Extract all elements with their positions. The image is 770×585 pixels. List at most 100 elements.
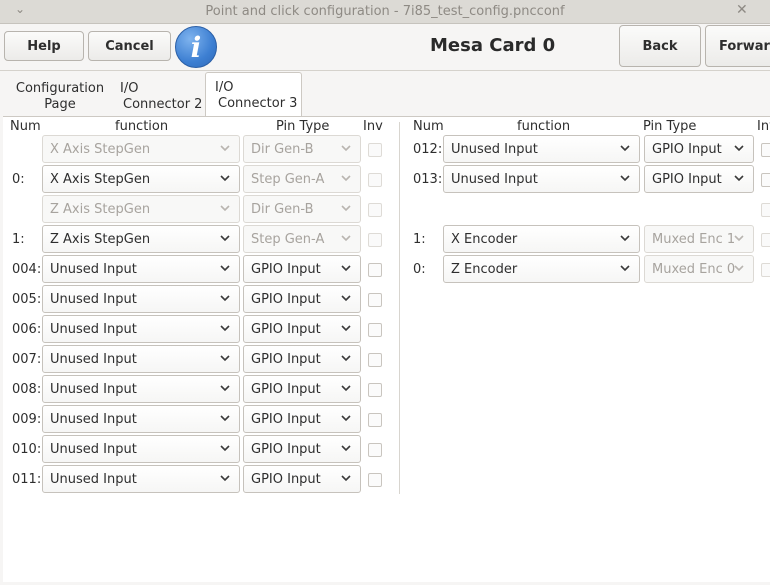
header-inv: Inv — [363, 119, 383, 134]
pin-type-select-value: Dir Gen-B — [251, 201, 314, 217]
header-function: function — [115, 119, 169, 134]
chevron-down-icon — [340, 142, 352, 154]
function-select[interactable]: Unused Input — [42, 435, 240, 463]
pin-number: 010: — [12, 442, 42, 457]
function-select-value: Unused Input — [50, 351, 137, 367]
invert-checkbox[interactable] — [761, 263, 770, 277]
function-select[interactable]: Z Axis StepGen — [42, 225, 240, 253]
pin-type-select-value: GPIO Input — [652, 171, 722, 187]
chevron-down-icon — [619, 142, 631, 154]
pin-type-select[interactable]: GPIO Input — [243, 435, 361, 463]
chevron-down-icon — [619, 232, 631, 244]
pin-type-select[interactable]: Step Gen-A — [243, 165, 361, 193]
invert-checkbox[interactable] — [761, 173, 770, 187]
tab-configuration-page[interactable]: Configuration Page — [14, 81, 106, 113]
function-select[interactable]: X Axis StepGen — [42, 165, 240, 193]
pin-type-select-value: Muxed Enc 1 — [652, 231, 736, 247]
pin-number: 0: — [12, 172, 25, 187]
pin-number: 013: — [413, 172, 443, 187]
pin-type-select-value: GPIO Input — [251, 471, 321, 487]
chevron-down-icon — [219, 262, 231, 274]
function-select[interactable]: X Axis StepGen — [42, 135, 240, 163]
chevron-down-icon — [219, 142, 231, 154]
pin-type-select-value: GPIO Input — [251, 411, 321, 427]
function-select-value: Unused Input — [50, 441, 137, 457]
function-select[interactable]: Unused Input — [42, 465, 240, 493]
invert-checkbox[interactable] — [761, 143, 770, 157]
pin-type-select[interactable]: GPIO Input — [243, 405, 361, 433]
function-select[interactable]: X Encoder — [443, 225, 640, 253]
function-select-value: Unused Input — [50, 321, 137, 337]
function-select-value: X Encoder — [451, 231, 518, 247]
function-select[interactable]: Unused Input — [42, 315, 240, 343]
invert-checkbox[interactable] — [368, 143, 382, 157]
pin-type-select[interactable]: Dir Gen-B — [243, 195, 361, 223]
function-select[interactable]: Z Axis StepGen — [42, 195, 240, 223]
invert-checkbox[interactable] — [368, 383, 382, 397]
invert-checkbox[interactable] — [368, 323, 382, 337]
chevron-down-icon — [619, 172, 631, 184]
forward-button[interactable]: Forward — [705, 25, 770, 67]
invert-checkbox[interactable] — [761, 203, 770, 217]
function-select[interactable]: Unused Input — [42, 285, 240, 313]
invert-checkbox[interactable] — [368, 203, 382, 217]
function-select[interactable]: Unused Input — [443, 165, 640, 193]
function-select-value: Unused Input — [50, 261, 137, 277]
invert-checkbox[interactable] — [368, 473, 382, 487]
chevron-down-icon — [340, 292, 352, 304]
pin-type-select-value: GPIO Input — [251, 441, 321, 457]
pin-number: 006: — [12, 322, 42, 337]
chevron-down-icon — [340, 172, 352, 184]
function-select[interactable]: Unused Input — [42, 405, 240, 433]
chevron-down-icon — [219, 442, 231, 454]
invert-checkbox[interactable] — [368, 353, 382, 367]
cancel-button[interactable]: Cancel — [88, 31, 171, 61]
function-select[interactable]: Unused Input — [443, 135, 640, 163]
pin-type-select-value: Step Gen-A — [251, 231, 325, 247]
invert-checkbox[interactable] — [368, 413, 382, 427]
tab-io-connector-2[interactable]: I/O Connector 2 — [115, 81, 203, 113]
pin-type-select-value: GPIO Input — [251, 351, 321, 367]
function-select[interactable]: Unused Input — [42, 255, 240, 283]
pin-type-select[interactable]: GPIO Input — [243, 375, 361, 403]
pin-type-select[interactable]: Dir Gen-B — [243, 135, 361, 163]
invert-checkbox[interactable] — [368, 443, 382, 457]
tab-label-line1: Configuration — [15, 81, 105, 96]
function-select-value: Unused Input — [50, 411, 137, 427]
tab-label-line1: I/O — [215, 80, 234, 95]
invert-checkbox[interactable] — [368, 293, 382, 307]
function-select[interactable]: Z Encoder — [443, 255, 640, 283]
pin-type-select[interactable]: GPIO Input — [644, 165, 754, 193]
chevron-down-icon — [340, 352, 352, 364]
pin-type-select[interactable]: GPIO Input — [644, 135, 754, 163]
pin-type-select[interactable]: Muxed Enc 0 — [644, 255, 754, 283]
chevron-down-icon — [340, 322, 352, 334]
pin-type-select[interactable]: Muxed Enc 1 — [644, 225, 754, 253]
pin-type-select[interactable]: GPIO Input — [243, 315, 361, 343]
pin-type-select[interactable]: GPIO Input — [243, 285, 361, 313]
tab-label-line1: I/O — [120, 81, 139, 96]
invert-checkbox[interactable] — [368, 233, 382, 247]
function-select[interactable]: Unused Input — [42, 345, 240, 373]
chevron-down-icon — [733, 232, 745, 244]
header-num: Num — [10, 119, 41, 134]
back-button[interactable]: Back — [619, 25, 701, 67]
invert-checkbox[interactable] — [368, 173, 382, 187]
info-icon: i — [175, 26, 217, 68]
chevron-down-icon — [733, 262, 745, 274]
pin-number: 004: — [12, 262, 42, 277]
close-icon[interactable]: ✕ — [736, 2, 748, 18]
help-button[interactable]: Help — [4, 31, 84, 61]
tab-label-line2: Connector 3 — [218, 96, 298, 111]
pin-type-select[interactable]: Step Gen-A — [243, 225, 361, 253]
tab-io-connector-3[interactable]: I/O Connector 3 — [205, 72, 302, 117]
function-select[interactable]: Unused Input — [42, 375, 240, 403]
invert-checkbox[interactable] — [368, 263, 382, 277]
pin-type-select[interactable]: GPIO Input — [243, 255, 361, 283]
pin-number: 007: — [12, 352, 42, 367]
pin-type-select[interactable]: GPIO Input — [243, 465, 361, 493]
pin-type-select[interactable]: GPIO Input — [243, 345, 361, 373]
pin-number: 008: — [12, 382, 42, 397]
invert-checkbox[interactable] — [761, 233, 770, 247]
chevron-down-icon — [219, 352, 231, 364]
